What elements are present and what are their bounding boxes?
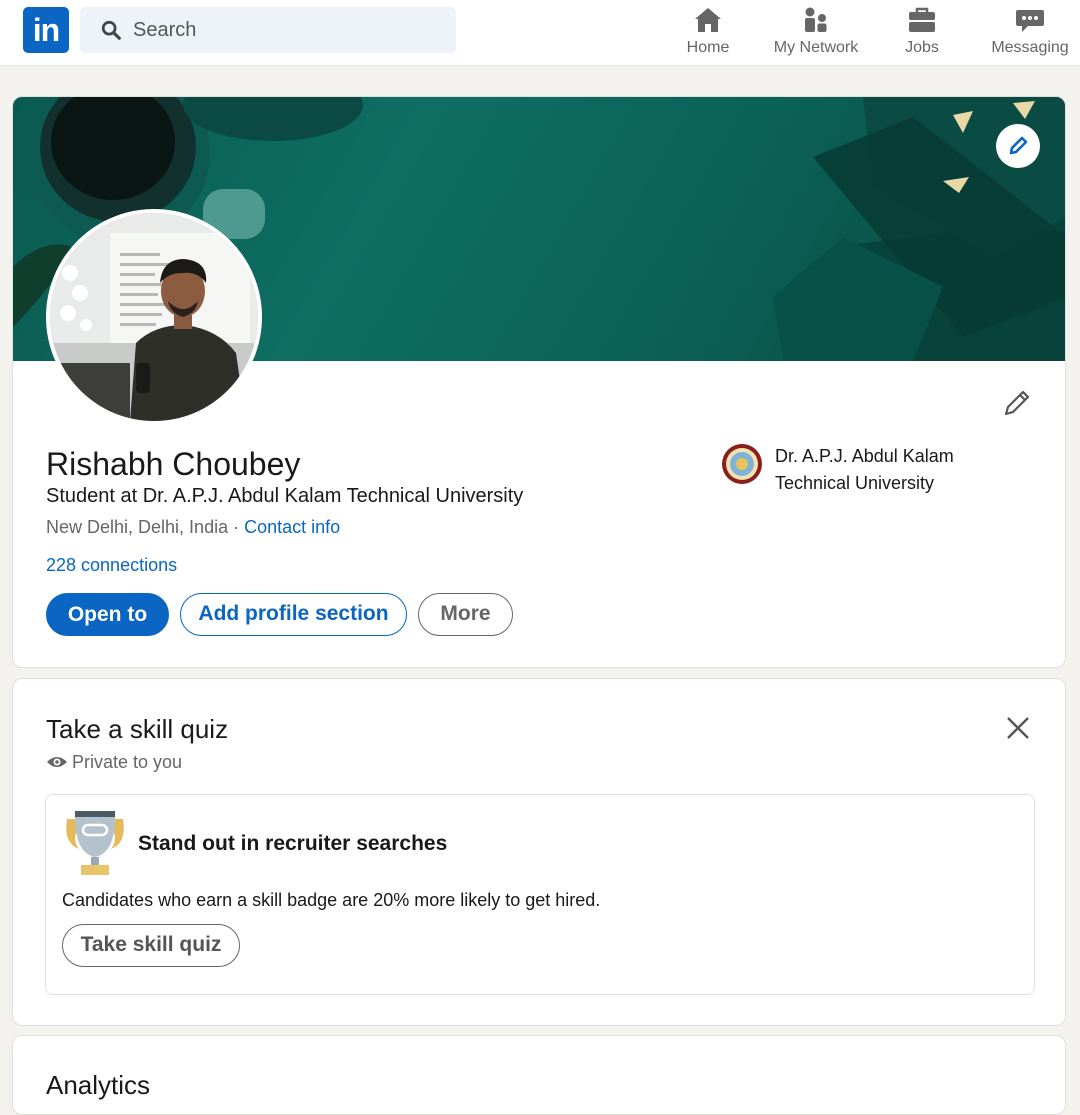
contact-info-link[interactable]: Contact info	[244, 517, 340, 537]
avatar-image	[50, 213, 258, 421]
edit-banner-button[interactable]	[996, 124, 1040, 168]
nav-my-network[interactable]: My Network	[770, 4, 862, 62]
top-nav: in Search Home My Network Jobs Messaging	[0, 0, 1080, 66]
more-button[interactable]: More	[418, 593, 513, 636]
connections-link[interactable]: 228 connections	[46, 555, 177, 576]
skill-quiz-card: Take a skill quiz Private to you Stand o…	[12, 678, 1066, 1026]
profile-location-line: New Delhi, Delhi, India · Contact info	[46, 517, 340, 538]
private-label: Private to you	[72, 752, 183, 772]
promo-title: Stand out in recruiter searches	[138, 832, 448, 855]
briefcase-icon	[909, 7, 935, 32]
home-icon	[695, 8, 721, 32]
close-icon[interactable]	[1003, 713, 1033, 743]
open-to-button[interactable]: Open to	[46, 593, 169, 636]
nav-my-network-label: My Network	[773, 39, 859, 56]
search-input[interactable]: Search	[80, 7, 456, 53]
search-icon	[101, 20, 121, 40]
nav-home[interactable]: Home	[683, 4, 733, 62]
school-name-line1: Dr. A.P.J. Abdul Kalam	[775, 446, 954, 466]
school-name: Dr. A.P.J. Abdul Kalam Technical Univers…	[775, 443, 954, 497]
skill-quiz-promo: Stand out in recruiter searches Candidat…	[45, 794, 1035, 995]
network-icon	[805, 7, 827, 32]
skill-quiz-title: Take a skill quiz	[46, 714, 229, 744]
add-profile-section-button[interactable]: Add profile section	[180, 593, 407, 636]
trophy-icon	[66, 811, 124, 875]
message-icon	[1016, 10, 1044, 32]
pencil-icon	[1009, 136, 1028, 155]
profile-name: Rishabh Choubey	[46, 446, 301, 482]
profile-photo[interactable]	[46, 209, 262, 425]
analytics-title: Analytics	[46, 1070, 151, 1100]
profile-card: Rishabh Choubey Student at Dr. A.P.J. Ab…	[12, 96, 1066, 668]
promo-description: Candidates who earn a skill badge are 20…	[62, 890, 601, 910]
private-to-you: Private to you	[46, 752, 182, 773]
search-placeholder: Search	[133, 19, 197, 41]
nav-jobs-label: Jobs	[905, 39, 939, 56]
education-link[interactable]: Dr. A.P.J. Abdul Kalam Technical Univers…	[721, 441, 1021, 501]
university-seal-logo	[722, 444, 762, 484]
nav-messaging-label: Messaging	[991, 39, 1069, 56]
nav-home-label: Home	[686, 39, 730, 56]
nav-messaging[interactable]: Messaging	[990, 4, 1070, 62]
take-skill-quiz-button[interactable]: Take skill quiz	[62, 924, 240, 967]
profile-location: New Delhi, Delhi, India	[46, 517, 229, 537]
school-name-line2: Technical University	[775, 473, 935, 493]
nav-jobs[interactable]: Jobs	[900, 4, 944, 62]
eye-icon	[47, 757, 67, 767]
linkedin-logo[interactable]: in	[23, 7, 69, 53]
analytics-card: Analytics	[12, 1035, 1066, 1115]
edit-intro-pencil-icon[interactable]	[1001, 387, 1033, 419]
profile-headline: Student at Dr. A.P.J. Abdul Kalam Techni…	[46, 485, 524, 507]
location-separator: ·	[228, 517, 245, 537]
